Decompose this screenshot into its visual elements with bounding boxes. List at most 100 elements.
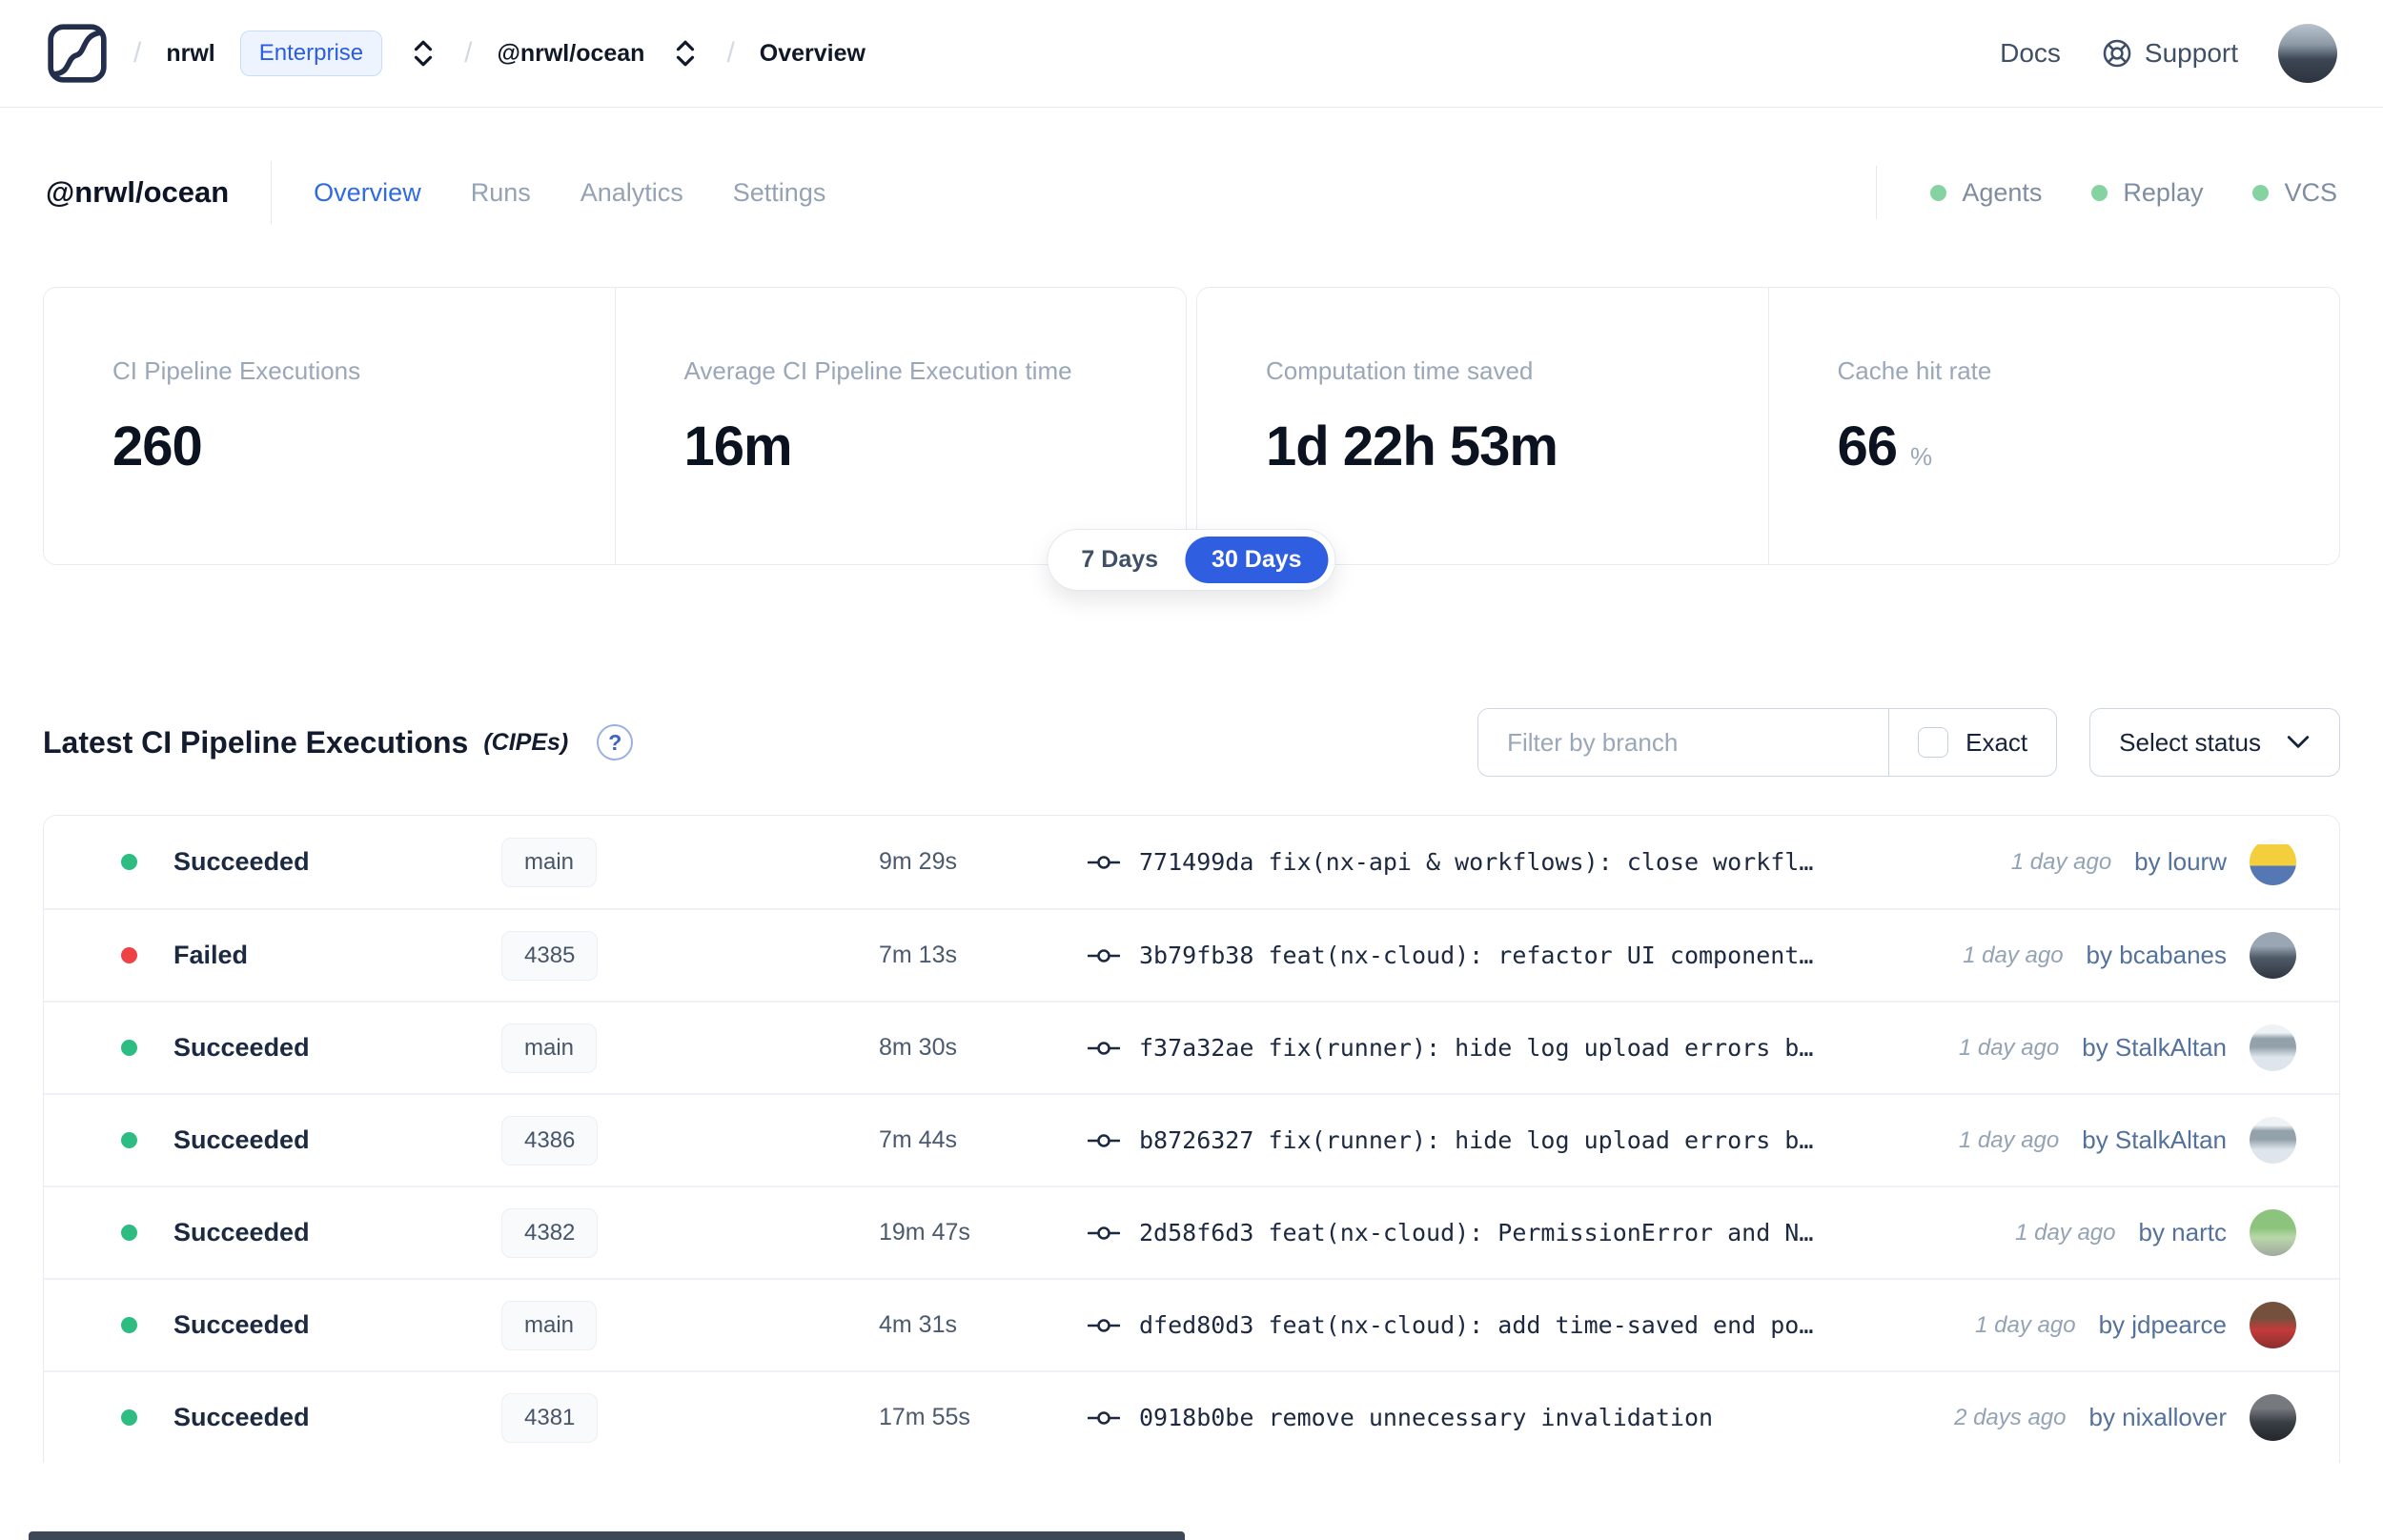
workspace-switcher-chevron-icon[interactable] bbox=[669, 35, 702, 71]
commit-message: dfed80d3 feat(nx-cloud): add time-saved … bbox=[1139, 1311, 1814, 1339]
branch-badge[interactable]: 4385 bbox=[501, 930, 599, 981]
row-commit[interactable]: f37a32ae fix(runner): hide log upload er… bbox=[1088, 1034, 1930, 1062]
row-duration: 7m 13s bbox=[879, 942, 957, 968]
docs-link[interactable]: Docs bbox=[2000, 38, 2061, 69]
breadcrumb-org[interactable]: nrwl bbox=[166, 40, 214, 68]
author-name[interactable]: by StalkAltan bbox=[2082, 1125, 2227, 1155]
author-avatar[interactable] bbox=[2250, 1117, 2296, 1164]
branch-badge[interactable]: 4386 bbox=[501, 1115, 599, 1165]
feature-replay: Replay bbox=[2091, 178, 2203, 208]
git-commit-icon bbox=[1088, 1405, 1120, 1431]
author-name[interactable]: by nartc bbox=[2139, 1218, 2228, 1247]
stat-card-group-left: CI Pipeline Executions 260 Average CI Pi… bbox=[43, 287, 1187, 565]
table-row[interactable]: Succeeded main 9m 29s 771499da fix(nx-ap… bbox=[44, 816, 2339, 908]
row-status: Succeeded bbox=[87, 1218, 501, 1247]
chevron-down-icon bbox=[2287, 736, 2310, 748]
tab-settings[interactable]: Settings bbox=[733, 178, 826, 208]
branch-filter-input[interactable] bbox=[1478, 709, 1889, 776]
feature-status-list: Agents Replay VCS bbox=[1930, 178, 2337, 208]
row-branch: 4382 bbox=[501, 1207, 879, 1258]
row-status: Failed bbox=[87, 941, 501, 970]
table-row[interactable]: Succeeded 4386 7m 44s b8726327 fix(runne… bbox=[44, 1093, 2339, 1185]
row-meta: 1 day ago by jdpearce bbox=[1975, 1302, 2296, 1348]
row-branch: 4386 bbox=[501, 1115, 879, 1165]
author-avatar[interactable] bbox=[2250, 839, 2296, 885]
table-row[interactable]: Succeeded 4381 17m 55s 0918b0be remove u… bbox=[44, 1370, 2339, 1463]
author-name[interactable]: by lourw bbox=[2134, 847, 2227, 877]
stat-cache-hit-rate: Cache hit rate 66 % bbox=[1767, 288, 2340, 564]
range-option-30-days[interactable]: 30 Days bbox=[1185, 537, 1329, 583]
author-name[interactable]: by bcabanes bbox=[2087, 941, 2227, 970]
table-row[interactable]: Succeeded 4382 19m 47s 2d58f6d3 feat(nx-… bbox=[44, 1185, 2339, 1278]
green-status-dot-icon bbox=[2091, 184, 2108, 201]
table-row[interactable]: Succeeded main 8m 30s f37a32ae fix(runne… bbox=[44, 1001, 2339, 1093]
author-avatar[interactable] bbox=[2250, 932, 2296, 979]
status-select-dropdown[interactable]: Select status bbox=[2089, 708, 2340, 777]
branch-badge[interactable]: 4381 bbox=[501, 1392, 599, 1443]
row-duration: 19m 47s bbox=[879, 1219, 970, 1246]
author-name[interactable]: by jdpearce bbox=[2099, 1310, 2227, 1340]
time-ago: 2 days ago bbox=[1954, 1404, 2067, 1430]
help-icon[interactable]: ? bbox=[597, 724, 634, 760]
stats-section: CI Pipeline Executions 260 Average CI Pi… bbox=[43, 287, 2340, 591]
user-avatar[interactable] bbox=[2278, 24, 2337, 83]
exact-checkbox[interactable] bbox=[1918, 727, 1949, 758]
status-select-label: Select status bbox=[2119, 727, 2261, 757]
breadcrumb-page: Overview bbox=[759, 39, 866, 67]
table-row[interactable]: Succeeded main 4m 31s dfed80d3 feat(nx-c… bbox=[44, 1278, 2339, 1370]
stat-label: CI Pipeline Executions bbox=[112, 356, 361, 385]
author-avatar[interactable] bbox=[2250, 1394, 2296, 1441]
status-label: Succeeded bbox=[173, 1403, 310, 1431]
row-duration: 17m 55s bbox=[879, 1404, 970, 1430]
tab-analytics[interactable]: Analytics bbox=[580, 178, 683, 208]
support-link[interactable]: Support bbox=[2101, 37, 2238, 70]
cipe-section-title-suffix: (CIPEs) bbox=[483, 728, 569, 756]
row-commit[interactable]: dfed80d3 feat(nx-cloud): add time-saved … bbox=[1088, 1311, 1946, 1339]
status-label: Succeeded bbox=[173, 847, 310, 876]
stat-value-suffix: % bbox=[1910, 442, 1933, 471]
row-branch: main bbox=[501, 1300, 879, 1350]
breadcrumb-workspace[interactable]: @nrwl/ocean bbox=[497, 40, 644, 68]
branch-badge[interactable]: main bbox=[501, 1300, 598, 1350]
branch-filter-group: Exact bbox=[1477, 708, 2058, 777]
status-label: Succeeded bbox=[173, 1033, 310, 1062]
row-duration: 4m 31s bbox=[879, 1311, 957, 1338]
status-dot bbox=[121, 947, 137, 963]
nx-cloud-logo[interactable] bbox=[46, 22, 109, 85]
range-option-7-days[interactable]: 7 Days bbox=[1054, 537, 1185, 583]
status-dot bbox=[121, 1040, 137, 1056]
stat-value: 66 bbox=[1837, 415, 1899, 477]
commit-message: 771499da fix(nx-api & workflows): close … bbox=[1139, 848, 1814, 876]
stat-average-execution-time: Average CI Pipeline Execution time 16m bbox=[614, 288, 1187, 564]
author-avatar[interactable] bbox=[2250, 1024, 2296, 1071]
row-commit[interactable]: 3b79fb38 feat(nx-cloud): refactor UI com… bbox=[1088, 942, 1934, 969]
row-meta: 2 days ago by nixallover bbox=[1954, 1394, 2296, 1441]
org-switcher-chevron-icon[interactable] bbox=[407, 35, 439, 71]
row-commit[interactable]: b8726327 fix(runner): hide log upload er… bbox=[1088, 1126, 1930, 1154]
table-row[interactable]: Failed 4385 7m 13s 3b79fb38 feat(nx-clou… bbox=[44, 908, 2339, 1001]
branch-badge[interactable]: 4382 bbox=[501, 1207, 599, 1258]
exact-match-control[interactable]: Exact bbox=[1888, 709, 2056, 776]
commit-message: 3b79fb38 feat(nx-cloud): refactor UI com… bbox=[1139, 942, 1814, 969]
author-avatar[interactable] bbox=[2250, 1302, 2296, 1348]
branch-badge[interactable]: main bbox=[501, 837, 598, 887]
git-commit-icon bbox=[1088, 942, 1120, 969]
tab-runs[interactable]: Runs bbox=[471, 178, 531, 208]
row-commit[interactable]: 2d58f6d3 feat(nx-cloud): PermissionError… bbox=[1088, 1219, 1986, 1246]
enterprise-badge[interactable]: Enterprise bbox=[239, 30, 383, 76]
time-ago: 1 day ago bbox=[1963, 942, 2064, 968]
status-label: Succeeded bbox=[173, 1310, 310, 1339]
cipe-section-header: Latest CI Pipeline Executions (CIPEs) ? … bbox=[43, 708, 2340, 777]
feature-vcs-label: VCS bbox=[2284, 177, 2337, 207]
support-label: Support bbox=[2144, 38, 2238, 68]
status-dot bbox=[121, 1317, 137, 1333]
author-avatar[interactable] bbox=[2250, 1209, 2296, 1256]
row-meta: 1 day ago by nartc bbox=[2015, 1209, 2296, 1256]
row-commit[interactable]: 0918b0be remove unnecessary invalidation bbox=[1088, 1404, 1925, 1431]
tab-overview[interactable]: Overview bbox=[314, 178, 421, 208]
topbar-actions: Docs Support bbox=[2000, 24, 2337, 83]
author-name[interactable]: by StalkAltan bbox=[2082, 1033, 2227, 1063]
author-name[interactable]: by nixallover bbox=[2088, 1403, 2227, 1432]
row-commit[interactable]: 771499da fix(nx-api & workflows): close … bbox=[1088, 848, 1983, 876]
branch-badge[interactable]: main bbox=[501, 1023, 598, 1073]
